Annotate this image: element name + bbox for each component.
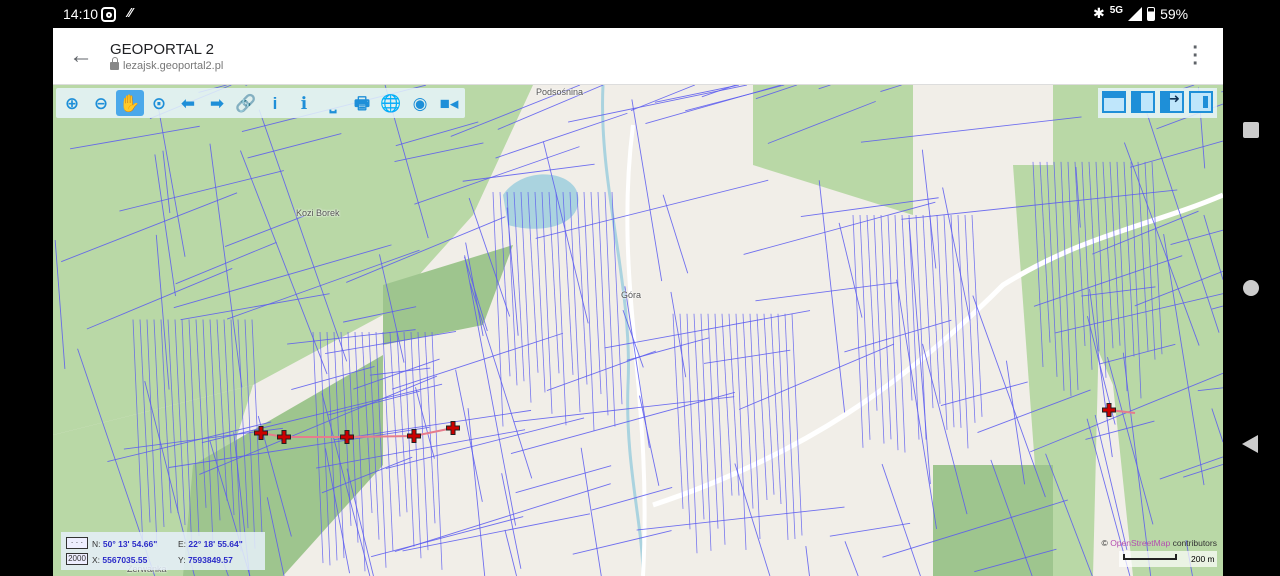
home-button[interactable] bbox=[1243, 280, 1259, 296]
meadow-area bbox=[933, 465, 1053, 576]
battery-level: 59% bbox=[1160, 5, 1189, 22]
zoom-out-icon[interactable]: ⊖ bbox=[87, 90, 115, 116]
bluetooth-icon: ✱ bbox=[1093, 5, 1105, 21]
coordinates-panel: · · · 2000 N: 50° 13' 54.66" E: 22° 18' … bbox=[61, 532, 265, 570]
pan-hand-icon[interactable]: ✋ bbox=[116, 90, 144, 116]
status-bar: 14:10 ⁄⁄ ✱ 5G 59% bbox=[0, 0, 1280, 28]
battery-icon bbox=[1147, 6, 1156, 21]
browser-toolbar: ← GEOPORTAL 2 lezajsk.geoportal2.pl · · · bbox=[53, 28, 1223, 85]
panel-right-icon[interactable] bbox=[1189, 91, 1213, 113]
instagram-icon bbox=[101, 7, 116, 22]
latitude-value: 50° 13' 54.66" bbox=[102, 539, 158, 549]
gps-target-icon[interactable]: ◉ bbox=[406, 90, 434, 116]
e-label: E: bbox=[178, 539, 187, 549]
network-type: 5G bbox=[1109, 5, 1124, 16]
video-camera-icon[interactable]: ■◂ bbox=[435, 90, 463, 116]
map-layers bbox=[53, 85, 1223, 576]
panel-export-icon[interactable]: ➜ bbox=[1160, 91, 1184, 113]
panel-toolbar: ➜ bbox=[1098, 88, 1217, 118]
attribution: © OpenStreetMap contributors bbox=[1102, 538, 1217, 548]
info-select-icon[interactable]: ℹ bbox=[290, 90, 318, 116]
longitude-value: 22° 18' 55.64" bbox=[188, 539, 243, 549]
scale-bar: 200 m bbox=[1119, 551, 1217, 567]
url-text: lezajsk.geoportal2.pl bbox=[123, 60, 224, 72]
info-icon[interactable]: i bbox=[261, 90, 289, 116]
place-label: Podsośnina bbox=[536, 87, 584, 97]
y-label: Y: bbox=[178, 555, 186, 565]
url-display[interactable]: lezajsk.geoportal2.pl bbox=[110, 57, 224, 72]
android-nav-bar bbox=[1223, 28, 1280, 576]
map-canvas[interactable]: Podsośnina Kozi Borek Góra Zerwanka ⊕⊖✋⊙… bbox=[53, 85, 1223, 576]
more-vert-icon[interactable]: · · · bbox=[1192, 38, 1199, 74]
y-value: 7593849.57 bbox=[187, 555, 233, 565]
arrow-left-icon[interactable]: ⬅ bbox=[174, 90, 202, 116]
scale-line bbox=[1123, 554, 1177, 560]
osm-link[interactable]: OpenStreetMap bbox=[1110, 538, 1170, 548]
link-icon[interactable]: 🔗 bbox=[232, 90, 260, 116]
map-toolbar: ⊕ ⊖ ✋ ⊙ ⬅ ➡ 🔗 i ℹ ⎵ 🖶 🌐 ◉ ■◂ bbox=[56, 88, 465, 118]
measure-icon[interactable]: ⎵ bbox=[319, 90, 347, 116]
coordinate-system-toggle[interactable]: 2000 bbox=[66, 553, 88, 565]
x-value: 5567035.55 bbox=[102, 555, 148, 565]
panel-top-icon[interactable] bbox=[1102, 91, 1126, 113]
recents-button[interactable] bbox=[1243, 122, 1259, 138]
arrow-right-icon[interactable]: ➡ bbox=[203, 90, 231, 116]
scale-label: 200 m bbox=[1191, 554, 1215, 564]
clock: 14:10 bbox=[63, 6, 99, 22]
back-arrow-icon[interactable]: ← bbox=[69, 42, 93, 70]
signal-icon bbox=[1128, 6, 1143, 21]
notification-app-icon: ⁄⁄ bbox=[128, 5, 133, 20]
coordinate-format-toggle[interactable]: · · · bbox=[66, 537, 88, 549]
globe-icon[interactable]: 🌐 bbox=[377, 90, 405, 116]
back-button[interactable] bbox=[1242, 435, 1258, 453]
attribution-suffix: contributors bbox=[1172, 538, 1217, 548]
zoom-in-icon[interactable]: ⊕ bbox=[58, 90, 86, 116]
x-label: X: bbox=[92, 555, 101, 565]
panel-left-icon[interactable] bbox=[1131, 91, 1155, 113]
place-label: Góra bbox=[621, 290, 642, 300]
place-label: Kozi Borek bbox=[296, 208, 340, 218]
print-icon[interactable]: 🖶 bbox=[348, 90, 376, 116]
copyright-symbol: © bbox=[1101, 538, 1108, 548]
zoom-extent-icon[interactable]: ⊙ bbox=[145, 90, 173, 116]
lock-icon bbox=[110, 57, 119, 70]
page-title: GEOPORTAL 2 bbox=[110, 41, 214, 58]
n-label: N: bbox=[92, 539, 101, 549]
